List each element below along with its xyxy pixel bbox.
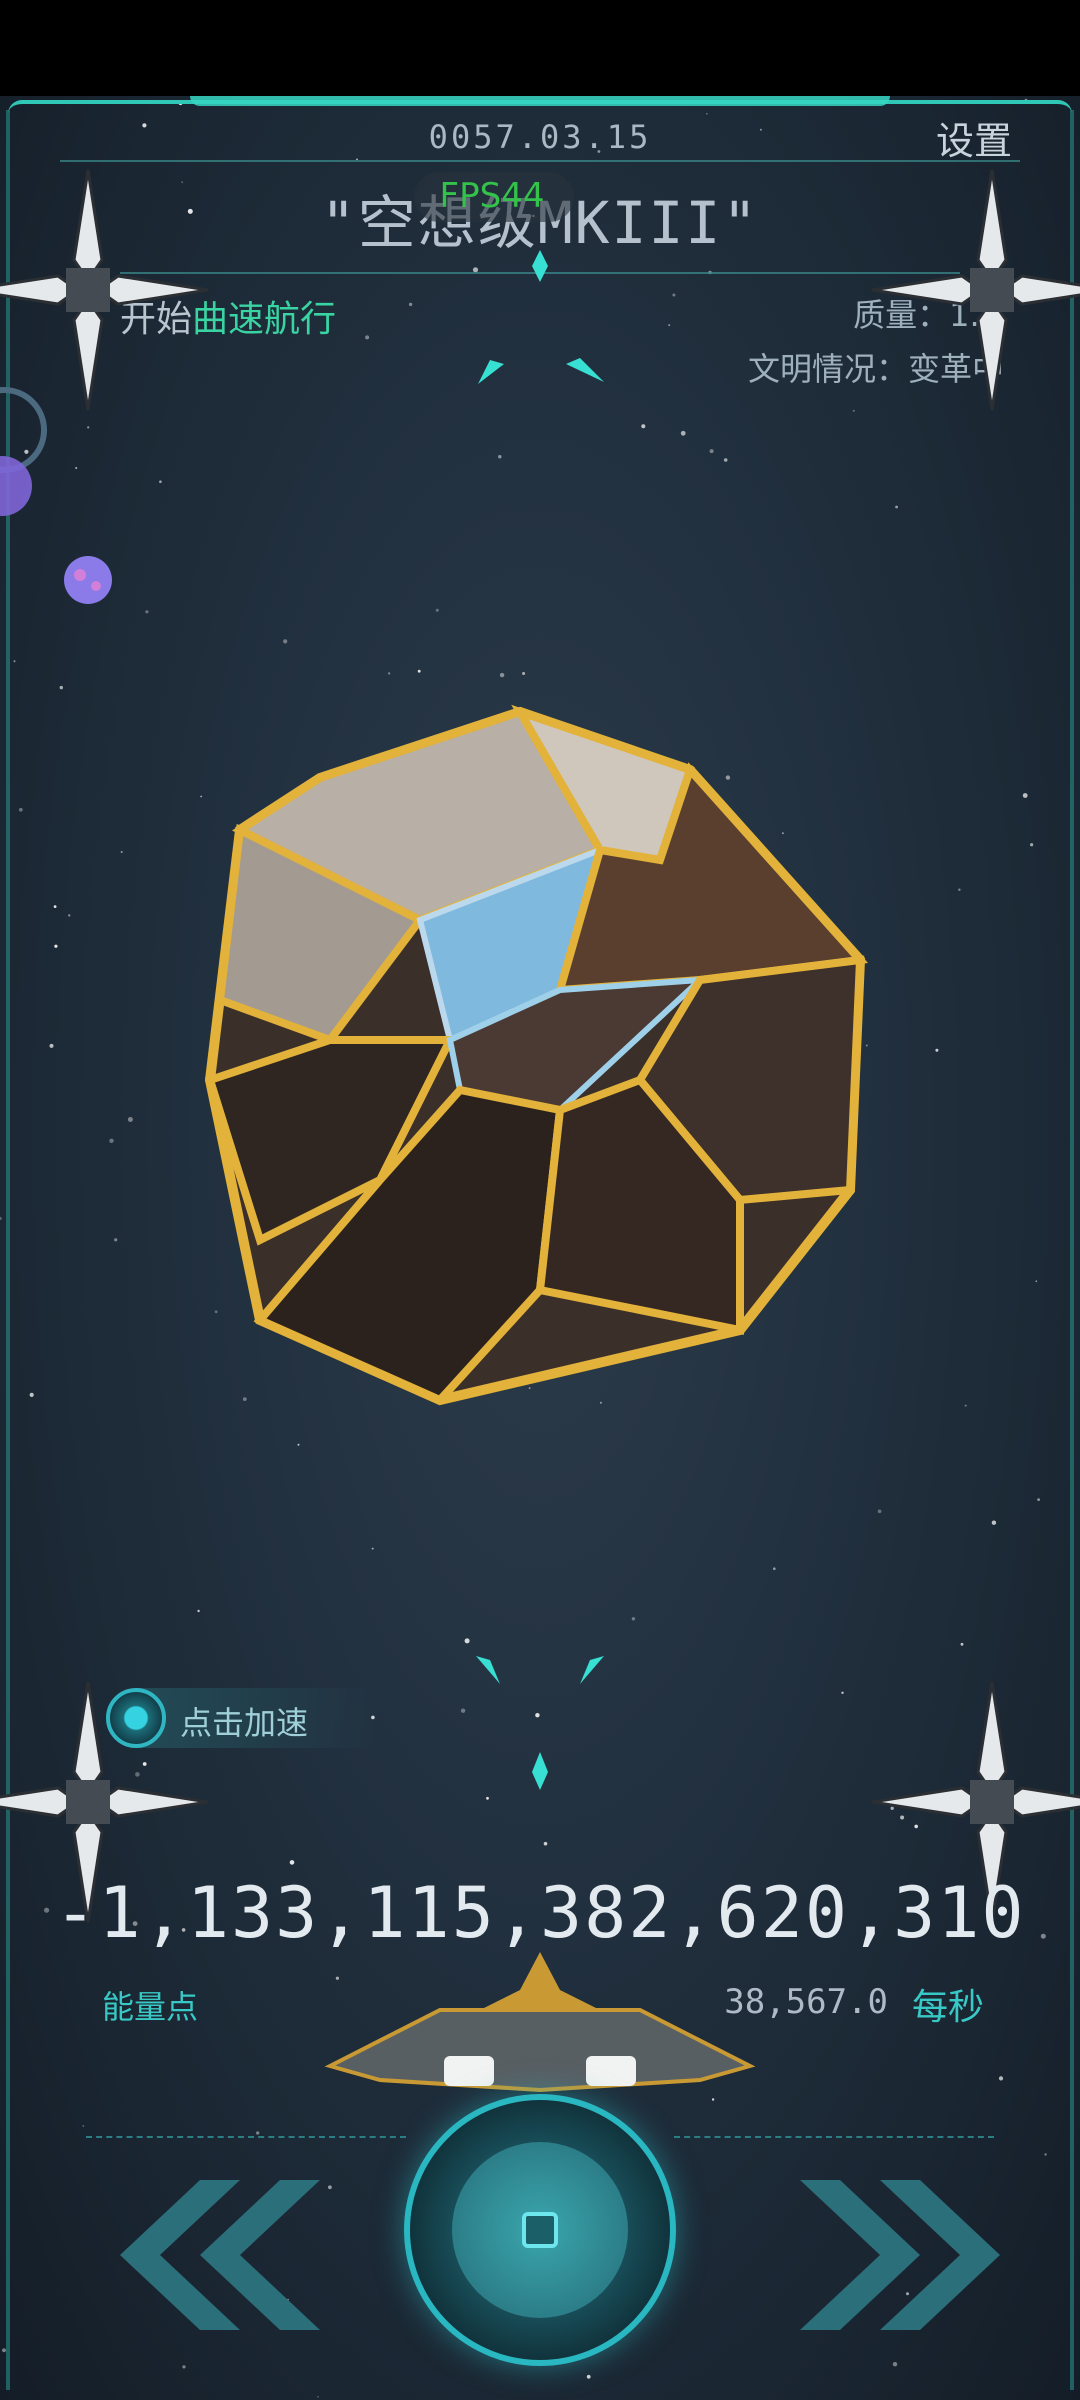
planet-small-icon[interactable] bbox=[64, 556, 112, 604]
target-marker bbox=[566, 358, 604, 382]
energy-label: 能量点 bbox=[102, 1988, 199, 2026]
target-marker bbox=[580, 1656, 604, 1684]
energy-rate-unit: 每秒 bbox=[911, 1987, 984, 2028]
dyson-structure[interactable] bbox=[204, 704, 869, 1406]
energy-rate: 38,567.0 bbox=[724, 1982, 888, 2022]
speed-up-label: 点击加速 bbox=[180, 1704, 309, 1742]
drone-top-left bbox=[0, 169, 209, 411]
target-marker bbox=[532, 1752, 548, 1790]
double-chevron-left-icon[interactable] bbox=[120, 2180, 320, 2330]
target-marker bbox=[478, 360, 504, 384]
control-divider bbox=[674, 2136, 994, 2140]
game-screen: 0057.03.15 设置 "空想级MKIII" FPS44 开始曲速航行 质量… bbox=[0, 0, 1080, 2400]
control-divider bbox=[86, 2136, 406, 2140]
engine-core-icon bbox=[522, 2212, 558, 2248]
boost-icon bbox=[106, 1688, 166, 1748]
target-marker bbox=[476, 1656, 500, 1684]
target-marker bbox=[532, 250, 548, 282]
hud-graphics bbox=[0, 169, 1080, 2330]
double-chevron-right-icon[interactable] bbox=[800, 2180, 1000, 2330]
energy-total: -1,133,115,382,620,310 bbox=[54, 1872, 1026, 1954]
drone-top-right bbox=[871, 169, 1080, 411]
player-ship bbox=[324, 1952, 756, 2093]
